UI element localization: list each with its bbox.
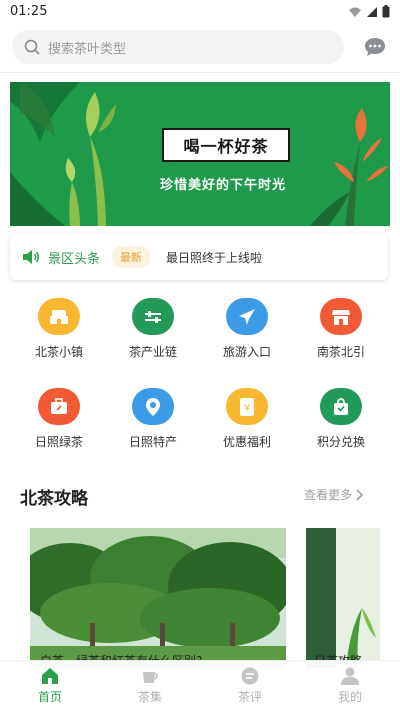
search-icon — [24, 39, 40, 55]
nav-tea-market[interactable]: 茶集 — [100, 661, 200, 710]
nav-profile[interactable]: 我的 — [300, 661, 400, 710]
message-icon[interactable] — [364, 37, 386, 57]
view-more-link[interactable]: 查看更多 — [304, 486, 364, 503]
location-pin-icon — [132, 388, 174, 425]
nav-label: 首页 — [37, 690, 62, 704]
cup-icon — [143, 672, 158, 683]
shop-icon — [320, 298, 362, 335]
airplane-icon — [226, 298, 268, 335]
nav-label: 茶评 — [237, 690, 262, 704]
grid-label: 旅游入口 — [222, 345, 271, 359]
news-bar[interactable]: 景区头条 最新 最日照终于上线啦 — [10, 234, 388, 280]
nav-tea-review[interactable]: 茶评 — [200, 661, 300, 710]
grid-item-points[interactable]: 积分兑换 — [296, 388, 386, 450]
tea-plant-photo — [306, 528, 380, 668]
promo-banner[interactable]: 喝一杯好茶 珍惜美好的下午时光 — [10, 82, 390, 226]
news-badge: 最新 — [112, 246, 151, 268]
shopping-bag-icon — [320, 388, 362, 425]
grid-label: 茶产业链 — [128, 345, 177, 359]
grid-item-tea-town[interactable]: 北茶小镇 — [14, 298, 104, 360]
sliders-icon — [132, 298, 174, 335]
coupon-icon: ¥ — [226, 388, 268, 425]
view-more-label: 查看更多 — [304, 488, 353, 502]
section-title: 北茶攻略 — [20, 489, 88, 509]
nav-label: 我的 — [337, 690, 362, 704]
grid-item-benefits[interactable]: ¥ 优惠福利 — [202, 388, 292, 450]
guide-card[interactable] — [306, 528, 380, 668]
nav-home[interactable]: 首页 — [0, 661, 100, 710]
user-icon — [341, 667, 359, 685]
battery-icon — [382, 5, 390, 18]
grid-item-travel[interactable]: 旅游入口 — [202, 298, 292, 360]
comment-icon — [241, 667, 259, 685]
news-text[interactable]: 最日照终于上线啦 — [166, 249, 262, 266]
guide-card[interactable] — [30, 528, 286, 668]
grid-item-specialty[interactable]: 日照特产 — [108, 388, 198, 450]
grid-label: 南茶北引 — [316, 345, 365, 359]
news-title: 景区头条 — [48, 251, 101, 267]
quick-access-grid: 北茶小镇 茶产业链 旅游入口 南茶北引 日照绿茶 日照特产 ¥ 优惠福利 积分兑… — [14, 298, 386, 478]
wifi-icon — [349, 7, 361, 17]
grid-label: 日照绿茶 — [34, 435, 83, 449]
bag-icon — [38, 388, 80, 425]
bottom-nav: 首页 茶集 茶评 我的 — [0, 660, 400, 710]
banner-title: 喝一杯好茶 — [162, 128, 290, 162]
banner-subtitle: 珍惜美好的下午时光 — [160, 178, 287, 193]
search-bar[interactable]: 搜索茶叶类型 — [12, 30, 344, 64]
svg-text:¥: ¥ — [244, 403, 250, 414]
tea-town-icon — [38, 298, 80, 335]
status-bar: 01:25 — [0, 0, 400, 26]
tea-garden-photo — [30, 528, 286, 668]
status-time: 01:25 — [10, 4, 48, 19]
grid-label: 北茶小镇 — [34, 345, 83, 359]
grid-item-green-tea[interactable]: 日照绿茶 — [14, 388, 104, 450]
chevron-right-icon — [356, 488, 364, 501]
speaker-icon — [23, 250, 39, 264]
search-input[interactable]: 搜索茶叶类型 — [48, 38, 126, 57]
grid-label: 积分兑换 — [316, 435, 365, 449]
grid-label: 优惠福利 — [222, 435, 271, 449]
grid-item-industry-chain[interactable]: 茶产业链 — [108, 298, 198, 360]
grid-label: 日照特产 — [128, 435, 177, 449]
home-icon — [42, 668, 58, 684]
status-icons — [348, 5, 390, 18]
nav-label: 茶集 — [137, 690, 162, 704]
header-divider — [0, 72, 400, 73]
signal-icon — [367, 6, 377, 17]
grid-item-south-north[interactable]: 南茶北引 — [296, 298, 386, 360]
